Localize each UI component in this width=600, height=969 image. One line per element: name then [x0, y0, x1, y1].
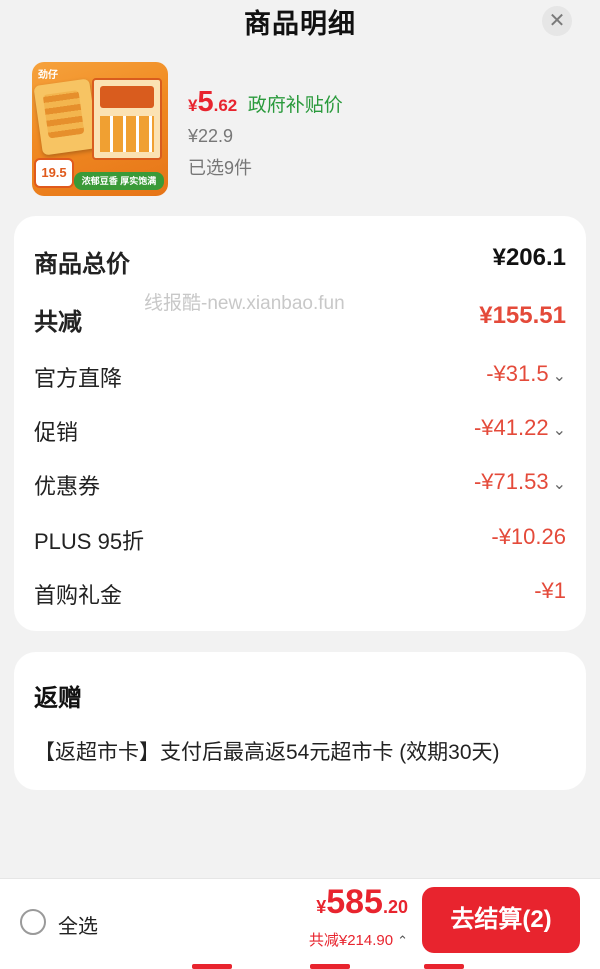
row-value: -¥71.53: [473, 469, 549, 494]
product-image[interactable]: 劲仔 19.5 浓郁豆香 厚实饱满: [32, 62, 168, 196]
close-icon[interactable]: ✕: [542, 6, 572, 36]
checkout-bar: 全选 ¥585.20 共减¥214.90 ⌃ 去结算(2): [0, 878, 600, 969]
selected-count: 已选9件: [188, 158, 253, 178]
row-total-price: 商品总价 ¥206.1: [34, 244, 566, 278]
row-value-wrap: -¥71.53 ⌄: [474, 469, 566, 495]
product-image-brand: 劲仔: [38, 70, 58, 81]
select-all-label: 全选: [58, 916, 98, 938]
price-decimal: .62: [213, 96, 238, 115]
product-detail-sheet: 商品明细 ✕ 劲仔 19.5 浓郁豆香 厚实饱满 ¥5.62 政府补贴价 ¥22…: [0, 0, 600, 969]
row-label: 优惠券: [34, 474, 101, 499]
subsidy-label: 政府补贴价: [247, 95, 343, 116]
row-value: -¥10.26: [491, 524, 566, 549]
checkout-button[interactable]: 去结算(2): [422, 887, 580, 953]
bottom-edge-fragment: [310, 964, 350, 969]
product-image-price-badge: 19.5: [34, 158, 74, 188]
row-value: -¥31.5: [486, 361, 549, 386]
row-value-wrap: -¥41.22 ⌄: [474, 415, 566, 441]
row-label: 首购礼金: [34, 583, 123, 608]
row-label: 商品总价: [34, 251, 130, 278]
row-label: 促销: [34, 420, 79, 445]
gift-card: 返赠 【返超市卡】支付后最高返54元超市卡 (效期30天): [14, 652, 586, 790]
bottom-edge-fragment: [424, 964, 464, 969]
sheet-header: 商品明细 ✕: [0, 0, 600, 48]
row-plus-discount: PLUS 95折 -¥10.26: [34, 524, 566, 558]
total-decimal: .20: [382, 897, 408, 917]
row-promotion[interactable]: 促销 -¥41.22 ⌄: [34, 415, 566, 449]
row-value: ¥155.51: [479, 302, 566, 329]
product-image-slogan: 浓郁豆香 厚实饱满: [74, 172, 164, 190]
row-label: PLUS 95折: [34, 529, 145, 554]
product-summary: 劲仔 19.5 浓郁豆香 厚实饱满 ¥5.62 政府补贴价 ¥22.9 已选9件: [32, 60, 572, 200]
total-reduction-toggle[interactable]: 共减¥214.90 ⌃: [309, 929, 408, 950]
row-coupon[interactable]: 优惠券 -¥71.53 ⌄: [34, 469, 566, 503]
row-value: ¥206.1: [492, 244, 566, 271]
subsidy-price: ¥5.62 政府补贴价: [188, 86, 343, 120]
page-title: 商品明细: [244, 9, 356, 39]
row-total-reduction: 共减 ¥155.51: [34, 302, 566, 336]
chevron-down-icon[interactable]: ⌄: [553, 474, 566, 494]
original-price: ¥22.9: [188, 126, 234, 146]
total-price: ¥585.20: [316, 883, 408, 922]
chevron-up-icon: ⌃: [397, 933, 408, 948]
price-integer: 5: [197, 86, 214, 118]
bottom-edge-fragment: [192, 964, 232, 969]
row-official-discount[interactable]: 官方直降 -¥31.5 ⌄: [34, 361, 566, 395]
gift-description: 【返超市卡】支付后最高返54元超市卡 (效期30天): [34, 741, 500, 764]
row-value: -¥1: [534, 578, 566, 603]
row-value-wrap: -¥31.5 ⌄: [486, 361, 566, 387]
chevron-down-icon[interactable]: ⌄: [553, 366, 566, 386]
chevron-down-icon[interactable]: ⌄: [553, 420, 566, 440]
total-currency: ¥: [316, 897, 327, 917]
total-integer: 585: [326, 883, 383, 921]
price-summary-card: 线报酷-new.xianbao.fun 商品总价 ¥206.1 共减 ¥155.…: [14, 216, 586, 631]
row-value: -¥41.22: [473, 415, 549, 440]
row-label: 官方直降: [34, 366, 123, 391]
row-first-purchase-gift: 首购礼金 -¥1: [34, 578, 566, 612]
gift-title: 返赠: [34, 685, 82, 712]
total-reduction-text: 共减¥214.90: [308, 932, 394, 949]
radio-unchecked-icon[interactable]: [20, 909, 46, 935]
product-image-box: [92, 78, 162, 160]
product-image-pack: [33, 78, 99, 156]
row-label: 共减: [34, 309, 82, 336]
